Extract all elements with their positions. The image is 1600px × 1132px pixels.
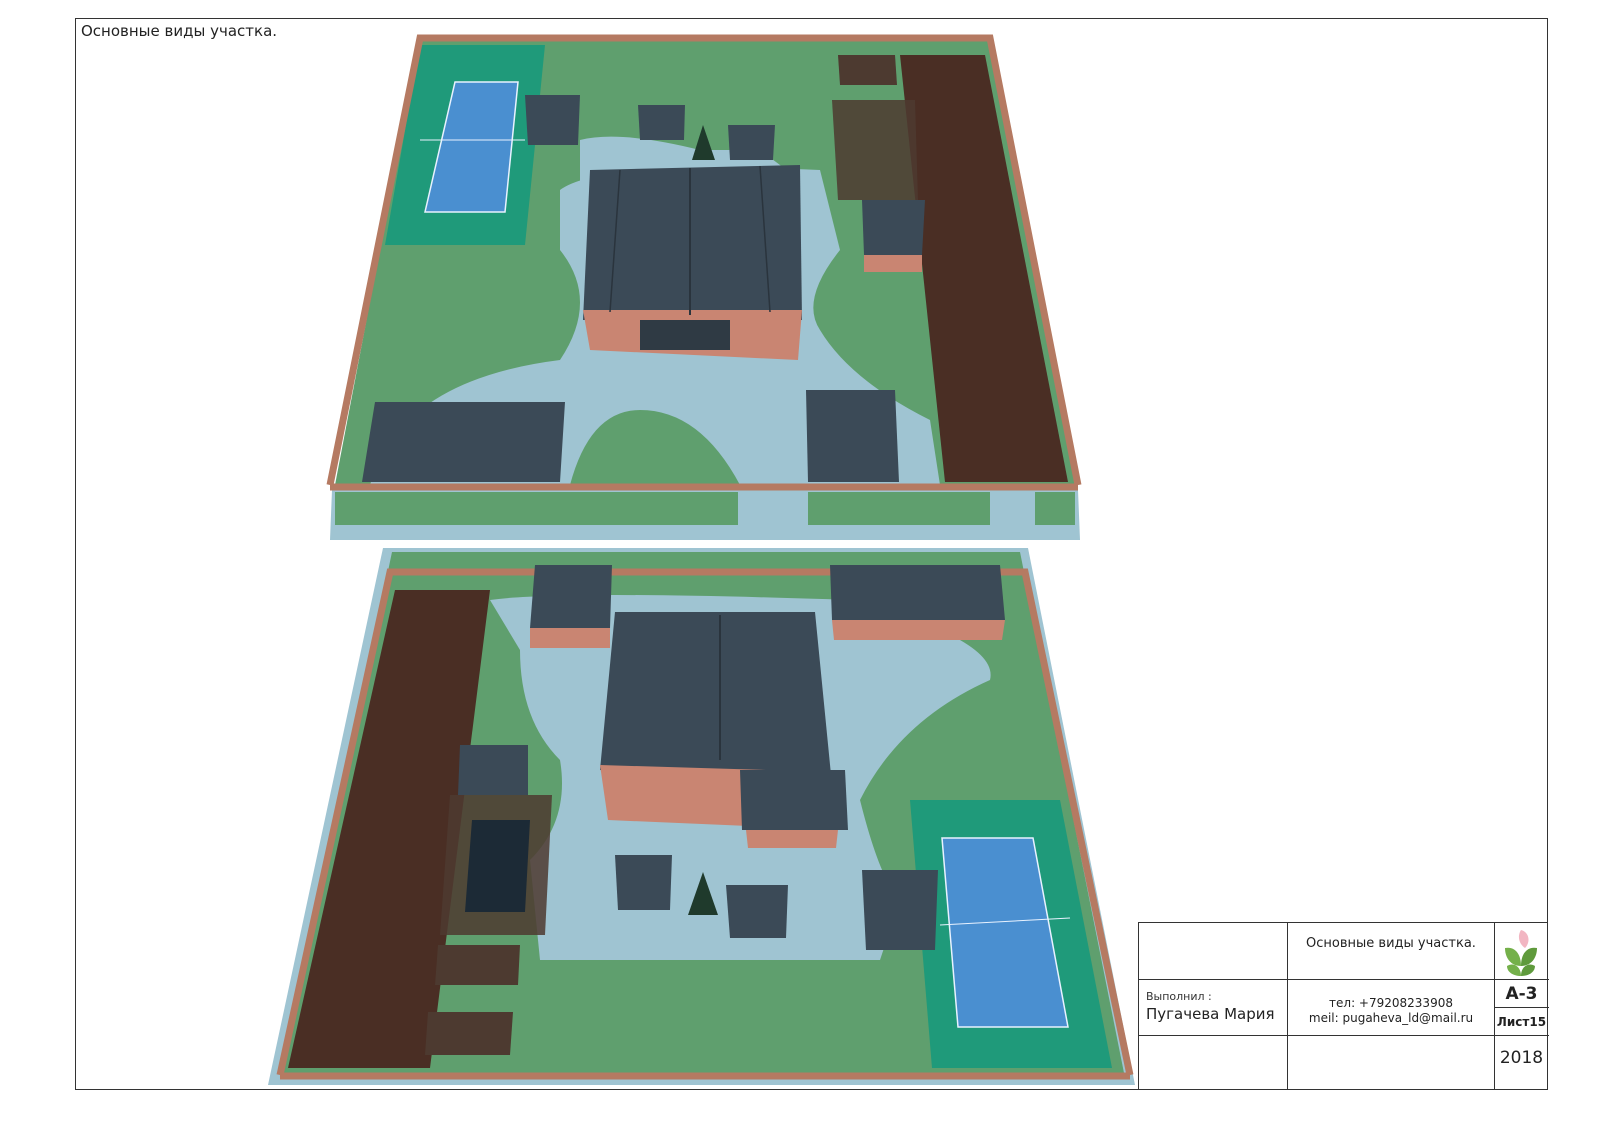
leaf-logo-icon xyxy=(1505,930,1537,976)
site-render-top-view xyxy=(326,34,1082,540)
title-block-divider xyxy=(1494,1007,1549,1008)
stamp-email: meil: pugaheva_ld@mail.ru xyxy=(1308,1011,1474,1025)
stamp-sheet-number: Лист15 xyxy=(1496,1015,1547,1029)
site-render-bottom-view xyxy=(268,548,1135,1085)
stamp-format: А-3 xyxy=(1505,984,1538,1004)
title-block-divider xyxy=(1494,1035,1549,1036)
stamp-year: 2018 xyxy=(1499,1048,1544,1068)
stamp-phone: тел: +79208233908 xyxy=(1329,996,1453,1010)
title-block-divider xyxy=(1139,1035,1494,1036)
title-block-divider xyxy=(1139,979,1549,980)
stamp-author: Пугачева Мария xyxy=(1146,1005,1275,1023)
stamp-done-by-label: Выполнил : xyxy=(1146,990,1212,1003)
stamp-sheet-name: Основные виды участка. xyxy=(1306,936,1476,951)
